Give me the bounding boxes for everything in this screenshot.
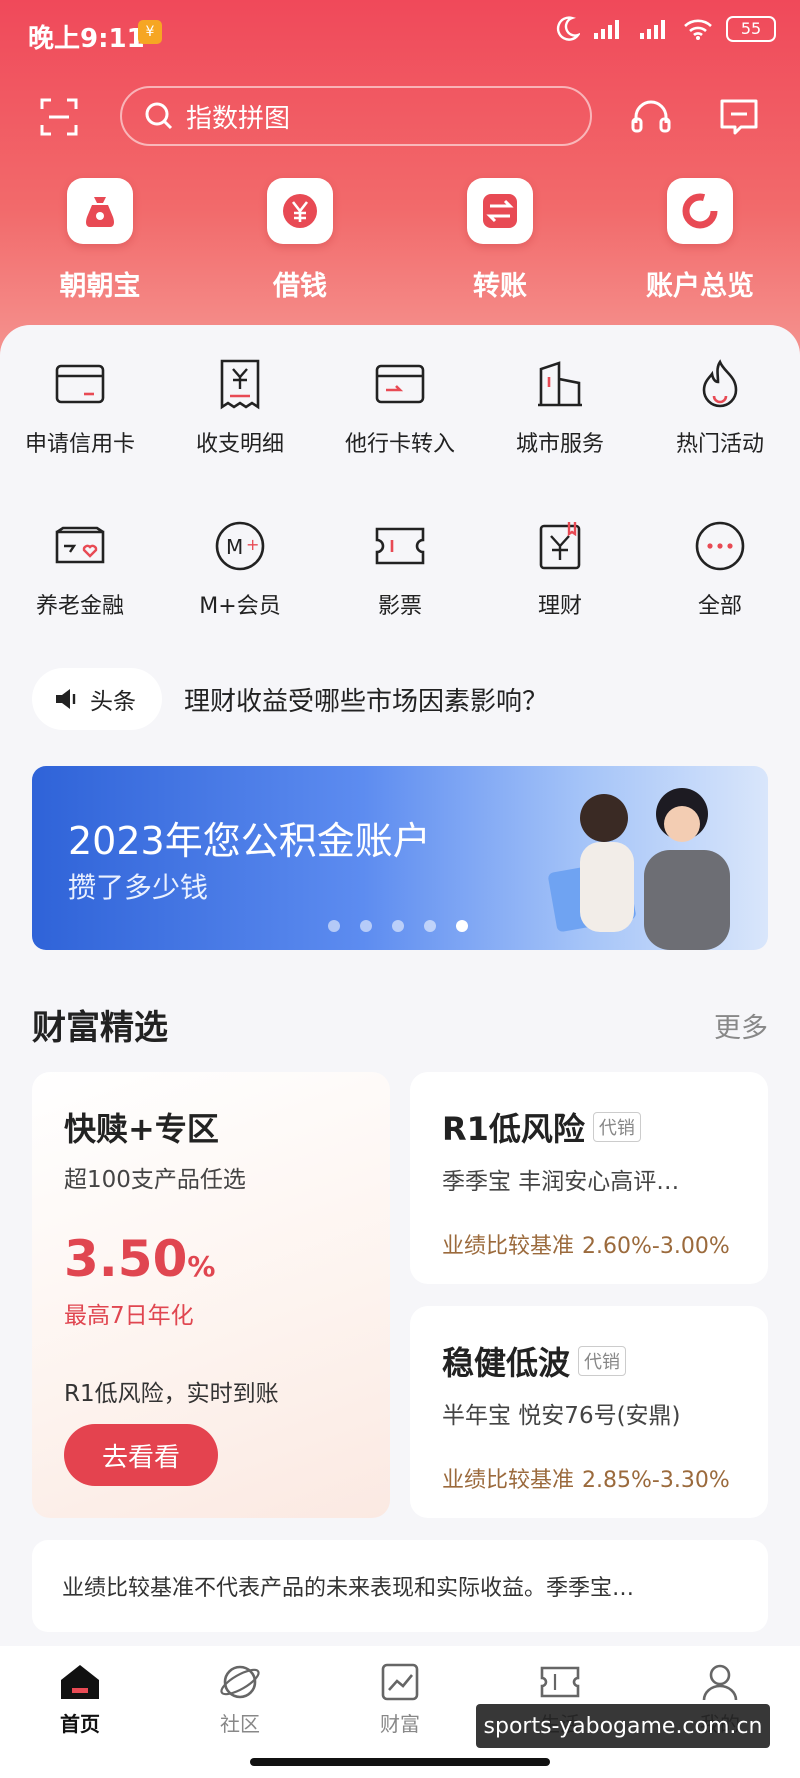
quick-actions: 朝朝宝 借钱 转账 账户总览 xyxy=(0,178,800,303)
quick-action-account-overview[interactable]: 账户总览 xyxy=(600,178,800,303)
credit-card-icon xyxy=(55,364,105,404)
service-m-plus-member[interactable]: M + M+会员 xyxy=(160,518,320,620)
service-credit-card[interactable]: 申请信用卡 xyxy=(0,356,160,458)
promo-subtitle: 超100支产品任选 xyxy=(64,1167,246,1193)
promo-rate: 3.50% xyxy=(64,1230,216,1288)
signal-hd-icon xyxy=(594,20,619,39)
service-movie-tickets[interactable]: 影票 xyxy=(320,518,480,620)
search-bar[interactable]: 指数拼图 xyxy=(120,86,592,146)
service-transactions[interactable]: 收支明细 xyxy=(160,356,320,458)
battery-indicator: 55 xyxy=(726,16,776,42)
service-other-bank-transfer-in[interactable]: 他行卡转入 xyxy=(320,356,480,458)
card-transfer-in-icon xyxy=(375,364,425,404)
quick-action-borrow[interactable]: 借钱 xyxy=(200,178,400,303)
wealth-doc-icon xyxy=(539,522,581,570)
banner-title: 2023年您公积金账户 xyxy=(68,819,431,863)
quick-redeem-card[interactable]: 快赎+专区 超100支产品任选 3.50% 最高7日年化 R1低风险，实时到账 … xyxy=(32,1072,390,1518)
headline-text: 理财收益受哪些市场因素影响？ xyxy=(184,686,549,717)
service-hot-events[interactable]: 热门活动 xyxy=(640,356,800,458)
pagination-dot[interactable] xyxy=(424,920,436,932)
city-buildings-icon xyxy=(538,361,582,407)
moon-icon xyxy=(556,16,580,41)
promo-note: R1低风险，实时到账 xyxy=(64,1381,279,1407)
notification-app-icon: ¥ xyxy=(138,20,162,44)
status-time: 晚上9:11 xyxy=(28,24,145,54)
service-wealth-management[interactable]: 理财 xyxy=(480,518,640,620)
product-rate: 业绩比较基准 2.85%-3.30% xyxy=(442,1468,730,1493)
promo-banner[interactable]: 2023年您公积金账户 攒了多少钱 xyxy=(32,766,768,950)
disclaimer-text[interactable]: 业绩比较基准不代表产品的未来表现和实际收益。季季宝… xyxy=(32,1540,768,1632)
transfer-arrows-icon xyxy=(483,194,517,228)
scan-icon xyxy=(40,98,78,136)
search-icon xyxy=(145,102,173,130)
product-card[interactable]: R1低风险 代销 季季宝 丰润安心高评… 业绩比较基准 2.60%-3.00% xyxy=(410,1072,768,1284)
product-card[interactable]: 稳健低波 代销 半年宝 悦安76号(安鼎) 业绩比较基准 2.85%-3.30% xyxy=(410,1306,768,1518)
headline-tag: 头条 xyxy=(32,668,162,730)
service-pension[interactable]: 养老金融 xyxy=(0,518,160,620)
flame-icon xyxy=(702,359,738,408)
service-city-services[interactable]: 城市服务 xyxy=(480,356,640,458)
yuan-coin-icon xyxy=(283,194,317,228)
tab-home[interactable]: 首页 xyxy=(0,1646,160,1778)
receipt-icon xyxy=(220,359,260,410)
status-icons: 55 xyxy=(556,16,776,42)
product-name: R1低风险 xyxy=(442,1110,585,1148)
product-desc: 季季宝 丰润安心高评… xyxy=(442,1169,680,1195)
message-button[interactable] xyxy=(714,92,764,142)
section-more-link[interactable]: 更多 xyxy=(714,1006,768,1045)
product-rate: 业绩比较基准 2.60%-3.00% xyxy=(442,1234,730,1259)
status-bar: 晚上9:11 ¥ 55 xyxy=(0,0,800,70)
pagination-dot-active[interactable] xyxy=(456,920,468,932)
home-indicator[interactable] xyxy=(250,1758,550,1766)
svg-text:+: + xyxy=(246,535,259,554)
headset-icon xyxy=(631,100,671,133)
services-row-2: 养老金融 M + M+会员 影票 理财 全部 xyxy=(0,518,800,620)
product-desc: 半年宝 悦安76号(安鼎) xyxy=(442,1403,681,1429)
promo-rate-desc: 最高7日年化 xyxy=(64,1303,194,1329)
quick-action-zhaozhaobao[interactable]: 朝朝宝 xyxy=(0,178,200,303)
pension-card-icon xyxy=(55,526,105,564)
ticket-icon xyxy=(540,1666,580,1698)
customer-service-button[interactable] xyxy=(626,92,676,142)
pagination-dot[interactable] xyxy=(360,920,372,932)
wifi-icon xyxy=(684,19,712,40)
home-icon xyxy=(61,1665,99,1699)
ring-chart-icon xyxy=(682,193,718,229)
money-bag-icon xyxy=(86,197,114,227)
quick-action-transfer[interactable]: 转账 xyxy=(400,178,600,303)
speaker-icon xyxy=(56,689,76,709)
banner-pagination xyxy=(328,920,468,932)
pagination-dot[interactable] xyxy=(328,920,340,932)
search-placeholder: 指数拼图 xyxy=(186,103,291,134)
watermark-overlay: sports-yabogame.com.cn xyxy=(476,1704,770,1748)
headline-news[interactable]: 头条 理财收益受哪些市场因素影响？ xyxy=(32,668,548,730)
message-icon xyxy=(720,99,758,135)
agency-badge: 代销 xyxy=(578,1346,627,1376)
more-dots-icon xyxy=(695,521,745,571)
user-icon xyxy=(702,1664,738,1701)
m-plus-member-icon: M + xyxy=(215,521,265,571)
banner-subtitle: 攒了多少钱 xyxy=(68,871,209,904)
product-name: 稳健低波 xyxy=(442,1344,571,1382)
svg-text:M: M xyxy=(226,535,243,559)
planet-icon xyxy=(220,1665,260,1699)
section-title: 财富精选 xyxy=(32,1008,168,1048)
pagination-dot[interactable] xyxy=(392,920,404,932)
trend-chart-icon xyxy=(381,1663,419,1701)
movie-ticket-icon xyxy=(375,527,425,565)
service-all[interactable]: 全部 xyxy=(640,518,800,620)
banner-illustration xyxy=(548,788,730,950)
agency-badge: 代销 xyxy=(592,1112,641,1142)
services-row-1: 申请信用卡 收支明细 他行卡转入 城市服务 热门活动 xyxy=(0,356,800,458)
promo-title: 快赎+专区 xyxy=(64,1110,219,1148)
go-see-button[interactable]: 去看看 xyxy=(64,1424,218,1486)
signal-icon xyxy=(640,20,665,39)
scan-button[interactable] xyxy=(34,92,84,142)
